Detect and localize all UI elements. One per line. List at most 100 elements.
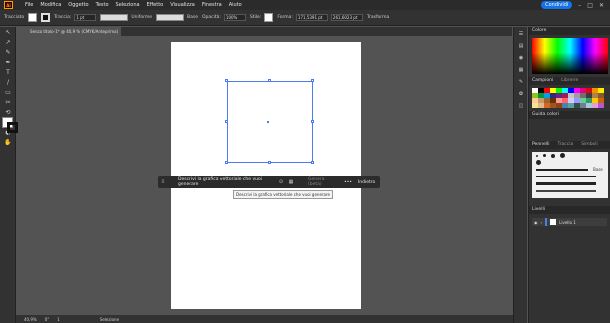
color-swatch[interactable] [598, 103, 604, 108]
selected-rectangle[interactable] [227, 81, 313, 163]
fill-swatch[interactable] [28, 13, 38, 22]
brush-dot-icon[interactable] [536, 160, 541, 165]
menu-type[interactable]: Testo [96, 2, 109, 8]
more-options-button[interactable]: ••• [344, 180, 352, 185]
brush-row[interactable] [532, 173, 608, 180]
layers-panel-title[interactable]: Livelli [532, 206, 545, 214]
stroke-style[interactable]: Uniforme [100, 14, 152, 21]
menu-view[interactable]: Visualizza [170, 2, 195, 8]
brush-preview[interactable] [156, 14, 185, 21]
minimize-icon[interactable]: – [578, 2, 581, 9]
layer-row[interactable]: ◉ › Livello 1 [532, 218, 607, 226]
brush-dot-icon[interactable] [543, 154, 546, 157]
scissors-tool-icon[interactable]: ✂ [4, 99, 12, 107]
handle-bottom-right[interactable] [311, 161, 314, 164]
rotation-value[interactable]: 0° [45, 317, 50, 322]
layer-name[interactable]: Livello 1 [559, 220, 576, 225]
handle-bottom-center[interactable] [268, 161, 271, 164]
menu-file[interactable]: File [25, 2, 33, 8]
properties-icon[interactable]: ☰ [517, 31, 525, 39]
brushes-icon[interactable]: ✎ [517, 79, 525, 87]
pen-tool-icon[interactable]: ✒ [4, 59, 12, 67]
libraries-icon[interactable]: ▤ [517, 43, 525, 51]
color-panel-title[interactable]: Colore [532, 27, 546, 35]
handle-middle-right[interactable] [311, 120, 314, 123]
symbols-tab[interactable]: Simboli [581, 141, 598, 149]
swatches-panel-header[interactable]: Campioni Librerie [529, 77, 610, 85]
brush-style[interactable]: Base [156, 14, 198, 21]
transform-control[interactable]: Trasforma [367, 15, 389, 20]
fill-control[interactable] [28, 13, 38, 22]
handle-top-left[interactable] [225, 79, 228, 82]
brush-dot-icon[interactable] [560, 153, 565, 158]
color-guide-title[interactable]: Guida colori [532, 111, 559, 119]
handle-middle-left[interactable] [225, 120, 228, 123]
rotate-tool-icon[interactable]: ⟲ [4, 109, 12, 117]
menu-select[interactable]: Seleziona [116, 2, 140, 8]
maximize-icon[interactable]: □ [587, 2, 593, 9]
rectangle-tool-icon[interactable]: ▭ [4, 89, 12, 97]
color-icon[interactable]: ◉ [517, 55, 525, 63]
type-tool-icon[interactable]: T [4, 69, 12, 77]
brush-stroke[interactable] [536, 189, 596, 192]
swatches-tab[interactable]: Campioni [532, 77, 553, 85]
handle-top-center[interactable] [268, 79, 271, 82]
opacity-input[interactable]: 100% [223, 14, 246, 21]
style-reference-icon[interactable]: ▦ [286, 179, 296, 185]
menu-window[interactable]: Finestra [202, 2, 222, 8]
artboard-number[interactable]: 1 [57, 317, 60, 322]
stroke-profile-preview[interactable] [100, 14, 129, 21]
menu-object[interactable]: Oggetto [68, 2, 88, 8]
libraries-tab[interactable]: Librerie [561, 77, 578, 85]
stroke-control[interactable] [41, 13, 51, 22]
share-button[interactable]: Condividi [541, 1, 573, 9]
brush-row[interactable] [532, 187, 608, 194]
handle-bottom-left[interactable] [225, 161, 228, 164]
handle-top-right[interactable] [311, 79, 314, 82]
menu-effect[interactable]: Effetto [147, 2, 164, 8]
color-spectrum[interactable] [532, 38, 608, 74]
brush-stroke[interactable] [536, 182, 596, 185]
transform-label[interactable]: Trasforma [367, 15, 389, 20]
drag-handle-icon[interactable]: ⁞⁞ [158, 179, 168, 185]
generate-prompt-input[interactable]: Descrivi la grafica vettoriale che vuoi … [178, 177, 276, 187]
brush-row[interactable] [532, 180, 608, 187]
color-guide-header[interactable]: Guida colori [529, 111, 610, 119]
brushes-tab[interactable]: Pennelli [532, 141, 550, 149]
style-swatch[interactable] [264, 13, 274, 22]
selection-tool-icon[interactable]: ↖ [4, 29, 12, 37]
symbols-icon[interactable]: ✿ [517, 91, 525, 99]
direct-selection-tool-icon[interactable]: ↗ [4, 39, 12, 47]
generate-button[interactable]: Genera (beta) [308, 177, 338, 187]
close-icon[interactable]: ✕ [599, 2, 604, 9]
info-icon[interactable]: ⊙ [276, 179, 286, 185]
shape-y-input[interactable]: 261,6023 pt [330, 14, 363, 21]
back-button[interactable]: Indietro [358, 180, 375, 185]
line-tool-icon[interactable]: / [4, 79, 12, 87]
brush-row[interactable] [532, 152, 608, 159]
stroke-weight-input[interactable]: 1 pt [74, 14, 97, 21]
menu-help[interactable]: Aiuto [229, 2, 242, 8]
expand-arrow-icon[interactable]: › [541, 220, 543, 225]
color-panel-header[interactable]: Colore [529, 27, 610, 35]
brush-stroke[interactable] [536, 176, 596, 177]
brush-stroke[interactable] [536, 168, 588, 171]
hand-tool-icon[interactable]: ✋ [4, 139, 12, 147]
layers-icon[interactable]: ◫ [517, 103, 525, 111]
stroke-swatch-control[interactable] [41, 13, 51, 22]
visibility-eye-icon[interactable]: ◉ [534, 220, 538, 225]
brush-row[interactable]: Base [532, 166, 608, 173]
brush-dot-icon[interactable] [551, 153, 555, 158]
shape-x-input[interactable]: 171,5391 pt [295, 14, 328, 21]
zoom-level[interactable]: 40,9% [24, 317, 37, 322]
swatches-icon[interactable]: ▦ [517, 67, 525, 75]
document-tab[interactable]: Senza titolo-1* @ 40,9 % (CMYK/Anteprima… [27, 27, 122, 36]
current-tool-name[interactable]: Selezione [100, 317, 119, 322]
pencil-tool-icon[interactable]: ✎ [4, 49, 12, 57]
brushes-panel-header[interactable]: Pennelli Traccia Simboli [529, 141, 610, 149]
fill-stroke-control[interactable] [2, 117, 18, 133]
menu-edit[interactable]: Modifica [40, 2, 61, 8]
stroke-tab[interactable]: Traccia [558, 141, 574, 149]
brush-row[interactable] [532, 159, 608, 166]
stroke-color-swatch[interactable] [7, 122, 18, 133]
